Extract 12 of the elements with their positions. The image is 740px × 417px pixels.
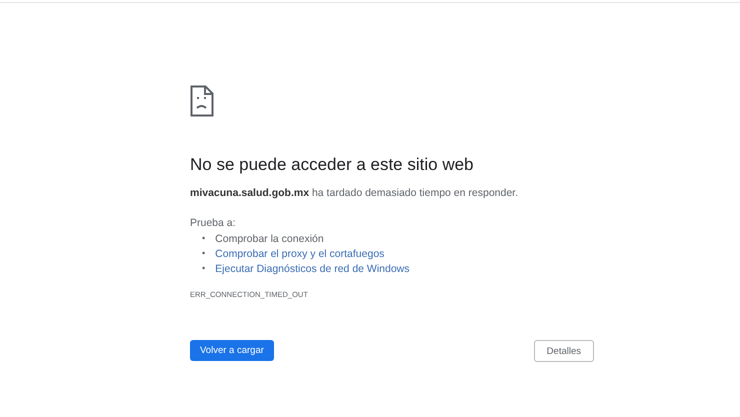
suggestion-text: Comprobar la conexión (215, 233, 324, 245)
list-bullet: • (202, 263, 206, 275)
sad-page-icon (190, 85, 214, 117)
suggestions-heading: Prueba a: (190, 217, 236, 229)
list-bullet: • (202, 233, 206, 245)
error-title: No se puede acceder a este sitio web (190, 155, 475, 175)
list-bullet: • (202, 248, 206, 260)
reload-button[interactable]: Volver a cargar (190, 340, 274, 361)
suggestion-link[interactable]: Ejecutar Diagnósticos de red de Windows (215, 263, 410, 275)
error-message: mivacuna.salud.gob.mx ha tardado demasiado tiempo en responder. (190, 187, 520, 199)
details-button[interactable]: Detalles (534, 340, 594, 362)
suggestion-link[interactable]: Comprobar el proxy y el cortafuegos (215, 248, 384, 260)
